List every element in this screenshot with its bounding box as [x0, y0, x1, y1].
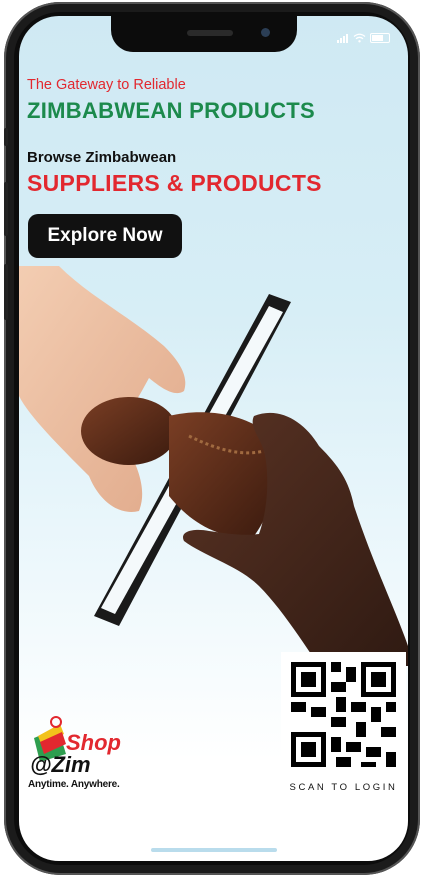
signal-icon	[337, 33, 348, 43]
qr-code-panel[interactable]: SCAN TO LOGIN	[281, 652, 406, 802]
scan-to-login-caption: SCAN TO LOGIN	[289, 782, 398, 793]
volume-down-button	[4, 264, 8, 320]
home-indicator[interactable]	[151, 848, 277, 852]
speaker-grille	[187, 30, 233, 36]
headline-zimbabwean-products: ZIMBABWEAN PRODUCTS	[27, 98, 316, 123]
mute-switch	[4, 128, 8, 146]
wifi-icon	[353, 33, 366, 43]
status-bar	[337, 33, 390, 43]
left-hand	[19, 266, 186, 512]
qr-code-icon	[291, 662, 396, 767]
tagline-browse: Browse Zimbabwean	[27, 149, 177, 166]
headline-suppliers-products: SUPPLIERS & PRODUCTS	[27, 170, 322, 196]
volume-up-button	[4, 182, 8, 236]
brand-slogan: Anytime. Anywhere.	[28, 779, 120, 790]
hero-illustration	[19, 266, 408, 666]
notch	[111, 16, 297, 52]
explore-now-button[interactable]: Explore Now	[28, 214, 182, 258]
logo-text-zim: @Zim	[30, 752, 91, 777]
carved-bust-head	[81, 397, 177, 465]
front-camera	[261, 28, 270, 37]
tagline-top: The Gateway to Reliable	[27, 77, 186, 93]
battery-icon	[370, 33, 390, 43]
phone-screen: The Gateway to Reliable ZIMBABWEAN PRODU…	[19, 16, 408, 861]
